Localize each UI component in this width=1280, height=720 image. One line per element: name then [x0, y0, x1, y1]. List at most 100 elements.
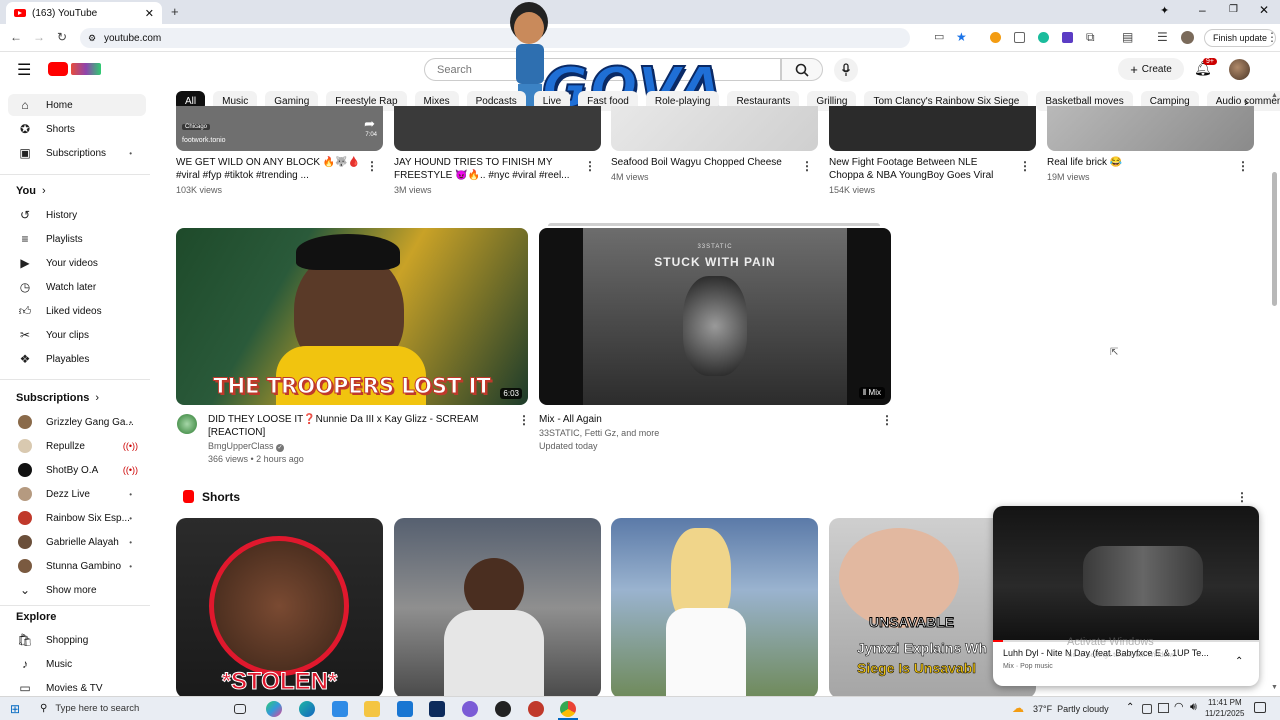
bookmark-star-icon[interactable]: ★: [956, 30, 967, 44]
start-button-icon[interactable]: ⊞: [10, 702, 20, 716]
copilot-icon[interactable]: [266, 701, 282, 717]
file-explorer-icon[interactable]: [364, 701, 380, 717]
miniplayer-expand-icon[interactable]: ⌃: [1235, 656, 1243, 667]
video-more-icon[interactable]: ⋮: [584, 159, 596, 173]
sidebar-item-home[interactable]: ⌂ Home: [8, 94, 146, 116]
short-card[interactable]: [611, 518, 818, 698]
minimize-icon[interactable]: –: [1199, 3, 1206, 17]
extension-icon-4[interactable]: [1062, 32, 1073, 43]
chrome-icon[interactable]: [560, 701, 576, 717]
app-icon-red[interactable]: [528, 701, 544, 717]
miniplayer[interactable]: Luhh Dyl - Nite N Day (feat. Babyfxce E …: [993, 506, 1259, 686]
video-thumbnail[interactable]: THE TROOPERS LOST IT 6:03: [176, 228, 528, 405]
app-icon-obs[interactable]: [495, 701, 511, 717]
guide-menu-icon[interactable]: ☰: [17, 60, 31, 80]
weather-text[interactable]: 37°F Partly cloudy: [1033, 704, 1109, 714]
sidebar-item-playlists[interactable]: ≡ Playlists: [8, 228, 146, 250]
edge-icon[interactable]: [299, 701, 315, 717]
volume-icon[interactable]: 🔊︎: [1190, 701, 1197, 714]
wifi-icon[interactable]: ◠: [1174, 700, 1184, 713]
split-view-icon[interactable]: ▤: [1122, 30, 1133, 44]
mix-title[interactable]: Mix - All Again: [539, 413, 602, 426]
task-view-icon[interactable]: [234, 704, 246, 714]
account-avatar[interactable]: [1229, 59, 1250, 80]
create-button[interactable]: + Create: [1118, 58, 1184, 80]
you-heading[interactable]: You ›: [16, 185, 46, 197]
youtube-logo[interactable]: [48, 61, 103, 77]
reload-icon[interactable]: ↻: [57, 30, 67, 44]
page-scrollbar[interactable]: [1272, 172, 1277, 306]
short-card[interactable]: [394, 518, 601, 698]
mix-thumbnail[interactable]: 33STATIC STUCK WITH PAIN ⦀ Mix: [539, 228, 891, 405]
browser-menu-icon[interactable]: ⋮: [1266, 30, 1278, 44]
video-thumbnail[interactable]: Chicago footwork.tonio ➦ 7:04: [176, 106, 383, 151]
channel-avatar[interactable]: [177, 414, 197, 434]
video-thumbnail[interactable]: [611, 106, 818, 151]
close-tab-icon[interactable]: ✕: [145, 7, 154, 20]
sidebar-item-history[interactable]: ↺ History: [8, 204, 146, 226]
show-more-button[interactable]: ⌄ Show more: [8, 579, 146, 601]
profile-avatar[interactable]: [1181, 31, 1194, 44]
new-tab-button[interactable]: +: [171, 4, 179, 19]
video-title[interactable]: New Fight Footage Between NLE Choppa & N…: [829, 156, 1014, 182]
subscription-item[interactable]: Rainbow Six Esp... •: [8, 507, 146, 529]
search-input[interactable]: Search: [424, 58, 781, 81]
sidebar-item-liked-videos[interactable]: 👍︎ Liked videos: [8, 300, 146, 322]
sidebar-item-watch-later[interactable]: ◷ Watch later: [8, 276, 146, 298]
notification-center-icon[interactable]: [1254, 702, 1266, 713]
sidebar-item-music[interactable]: ♪ Music: [8, 653, 146, 675]
subscription-item[interactable]: ShotBy O.A ((•)): [8, 459, 146, 481]
sidebar-item-your-clips[interactable]: ✂ Your clips: [8, 324, 146, 346]
extension-icon-3[interactable]: [1038, 32, 1049, 43]
app-icon-a[interactable]: [429, 701, 445, 717]
video-thumbnail[interactable]: [829, 106, 1036, 151]
taskbar-search[interactable]: ⚲ Type here to search: [32, 699, 218, 718]
restore-icon[interactable]: ❐: [1229, 4, 1238, 15]
video-thumbnail[interactable]: [1047, 106, 1254, 151]
clock-date[interactable]: 11/21/2025: [1205, 709, 1244, 718]
video-more-icon[interactable]: ⋮: [1019, 159, 1031, 173]
extensions-puzzle-icon[interactable]: ⧉: [1086, 30, 1095, 45]
video-thumbnail[interactable]: [394, 106, 601, 151]
video-more-icon[interactable]: ⋮: [366, 159, 378, 173]
store-icon[interactable]: [332, 701, 348, 717]
install-app-icon[interactable]: ▭: [934, 30, 944, 43]
subscription-item[interactable]: Gabrielle Alayah •: [8, 531, 146, 553]
video-title[interactable]: DID THEY LOOSE IT❓Nunnie Da III x Kay Gl…: [208, 413, 508, 439]
sidebar-item-subscriptions[interactable]: ▣ Subscriptions •: [8, 142, 146, 164]
extension-icon-1[interactable]: [990, 32, 1001, 43]
tray-chevron-icon[interactable]: ⌃: [1126, 702, 1134, 713]
video-more-icon[interactable]: ⋮: [1237, 159, 1249, 173]
sidebar-item-shopping[interactable]: 🛍︎ Shopping: [8, 629, 146, 651]
clock-time[interactable]: 11:41 PM: [1208, 698, 1242, 707]
scroll-down-icon[interactable]: ▼: [1271, 684, 1278, 691]
subscription-item[interactable]: Stunna Gambino •: [8, 555, 146, 577]
sidebar-item-movies-tv[interactable]: ▭ Movies & TV: [8, 677, 146, 696]
sidebar-item-playables[interactable]: ❖ Playables: [8, 348, 146, 370]
video-title[interactable]: JAY HOUND TRIES TO FINISH MY FREESTYLE 😈…: [394, 156, 579, 182]
forward-icon[interactable]: →: [33, 30, 45, 44]
short-card[interactable]: *STOLEN*: [176, 518, 383, 698]
scroll-up-icon[interactable]: ▲: [1271, 92, 1278, 99]
subscription-item[interactable]: Repullze ((•)): [8, 435, 146, 457]
app-icon-purple[interactable]: [462, 701, 478, 717]
reading-list-icon[interactable]: ☰: [1157, 30, 1168, 44]
shorts-more-icon[interactable]: ⋮: [1236, 490, 1248, 504]
voice-search-button[interactable]: [834, 58, 858, 82]
video-more-icon[interactable]: ⋮: [801, 159, 813, 173]
video-title[interactable]: Seafood Boil Wagyu Chopped Cheese: [611, 156, 796, 169]
miniplayer-video[interactable]: [993, 506, 1259, 640]
mix-more-icon[interactable]: ⋮: [881, 413, 893, 427]
url-field[interactable]: ⚙ youtube.com: [80, 28, 910, 48]
subscription-item[interactable]: Dezz Live •: [8, 483, 146, 505]
search-button[interactable]: [781, 58, 823, 81]
subscription-item[interactable]: Grizzley Gang Ga... •: [8, 411, 146, 433]
browser-tab[interactable]: (163) YouTube ✕: [6, 2, 162, 24]
video-title[interactable]: WE GET WILD ON ANY BLOCK 🔥🐺🩸 #viral #fyp…: [176, 156, 361, 182]
subscriptions-heading[interactable]: Subscriptions ›: [16, 392, 99, 404]
app-icon-blue[interactable]: [397, 701, 413, 717]
channel-name[interactable]: BmgUpperClass ✓: [208, 441, 285, 452]
extension-icon-2[interactable]: [1014, 32, 1025, 43]
video-title[interactable]: Real life brick 😂: [1047, 156, 1232, 169]
network-icon[interactable]: [1158, 703, 1169, 713]
